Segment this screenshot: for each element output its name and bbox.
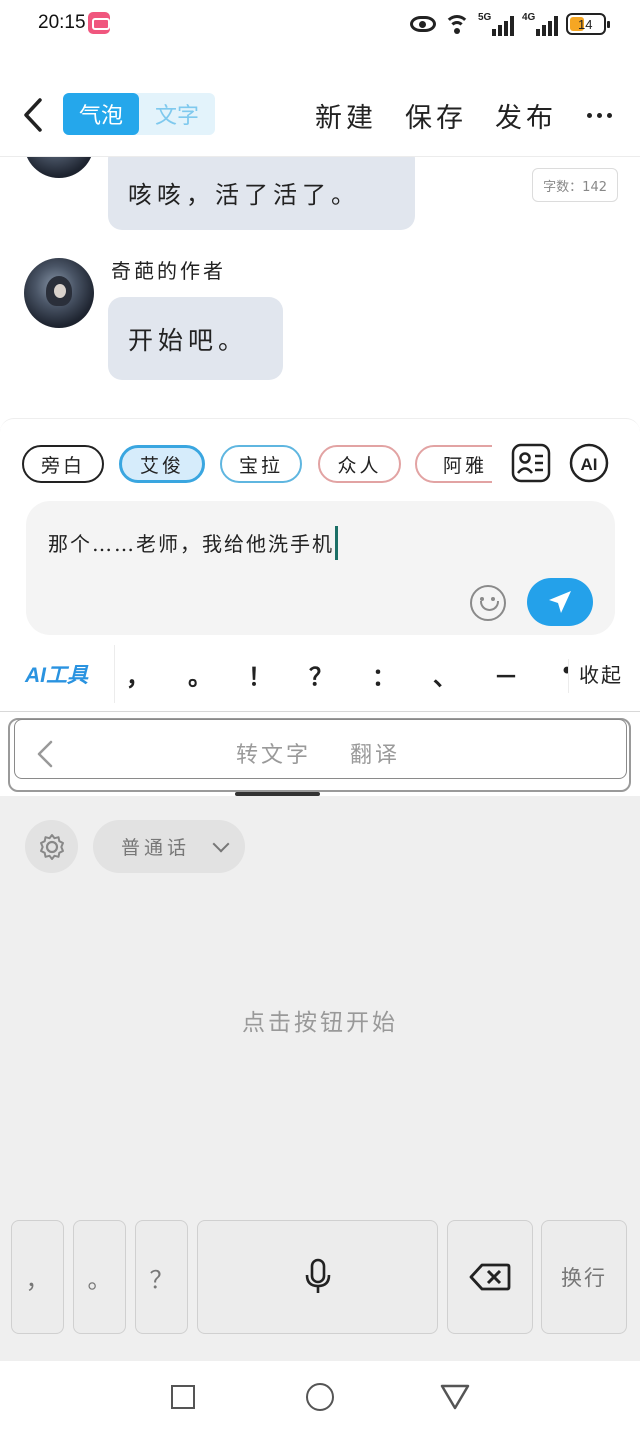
ai-tools-button[interactable]: AI工具	[25, 659, 88, 689]
composer-panel: 旁白 艾俊 宝拉 众人 阿雅 AI 那个……老师，我给他洗手机 AI工具 ， 。…	[0, 418, 640, 711]
mode-text-tab[interactable]: 文字	[139, 93, 215, 135]
chat-area: 咳咳，活了活了。 字数：142 奇葩的作者 开始吧。	[0, 157, 640, 415]
tool-row: AI工具 ， 。 ！ ？ ： 、 － • 收起	[0, 645, 640, 703]
chevron-down-icon	[212, 835, 230, 853]
gear-icon	[39, 833, 64, 860]
battery-level: 14	[578, 16, 593, 32]
role-chip[interactable]: 旁白	[22, 445, 104, 483]
back-icon[interactable]	[22, 98, 44, 132]
punct-key[interactable]: －	[491, 657, 521, 692]
message-bubble[interactable]: 咳咳，活了活了。	[108, 157, 415, 230]
punct-key[interactable]: 。	[185, 657, 215, 692]
settings-button[interactable]	[25, 820, 78, 873]
signal-4g-icon: 4G	[522, 12, 558, 36]
punctuation-strip: ， 。 ！ ？ ： 、 － •	[115, 645, 568, 703]
send-button[interactable]	[527, 578, 593, 626]
sender-name: 奇葩的作者	[111, 259, 226, 283]
role-card-icon[interactable]	[511, 443, 551, 483]
punct-key[interactable]: ：	[369, 657, 399, 692]
signal-5g-icon: 5G	[478, 12, 514, 36]
word-count-text: 字数：142	[543, 179, 607, 195]
publish-button[interactable]: 发布	[495, 96, 557, 135]
ai-badge-text: AI	[581, 455, 598, 474]
tab-indicator	[235, 792, 320, 796]
message-text: 咳咳，活了活了。	[128, 181, 360, 209]
translate-tab[interactable]: 翻译	[350, 737, 400, 769]
message-input[interactable]: 那个……老师，我给他洗手机	[26, 501, 615, 635]
word-count-badge: 字数：142	[532, 168, 618, 202]
header-frame-inner	[14, 719, 627, 779]
new-button[interactable]: 新建	[315, 96, 377, 135]
ai-assistant-icon[interactable]: AI	[569, 443, 609, 483]
voice-keyboard: 转文字 翻译 普通话 点击按钮开始 ， 。 ？ 换行	[0, 711, 640, 1361]
punct-key[interactable]: 、	[430, 657, 460, 692]
wifi-icon	[444, 13, 470, 35]
top-bar: 气泡 文字 新建 保存 发布	[0, 80, 640, 152]
avatar[interactable]	[24, 258, 94, 328]
role-chips: 旁白 艾俊 宝拉 众人 阿雅	[22, 445, 492, 483]
status-bar: 20:15 5G 4G 14	[0, 0, 640, 50]
eye-icon	[410, 16, 436, 32]
more-icon[interactable]	[587, 113, 612, 118]
emoji-icon[interactable]	[470, 585, 506, 621]
backspace-icon	[469, 1263, 511, 1291]
keyboard-header: 转文字 翻译	[0, 711, 640, 796]
recents-icon[interactable]	[171, 1385, 195, 1409]
collapse-button[interactable]: 收起	[568, 659, 623, 693]
start-hint: 点击按钮开始	[242, 1010, 398, 1036]
newline-key[interactable]: 换行	[541, 1220, 627, 1334]
punct-key[interactable]: ？	[306, 657, 336, 692]
comma-key[interactable]: ，	[11, 1220, 64, 1334]
language-select[interactable]: 普通话	[93, 820, 245, 873]
avatar[interactable]	[24, 157, 94, 178]
home-icon[interactable]	[306, 1383, 334, 1411]
message-bubble[interactable]: 开始吧。	[108, 297, 283, 380]
microphone-icon	[305, 1258, 330, 1293]
role-chip[interactable]: 宝拉	[220, 445, 302, 483]
save-button[interactable]: 保存	[405, 96, 467, 135]
backspace-button[interactable]	[447, 1220, 533, 1334]
convert-to-text-tab[interactable]: 转文字	[236, 737, 311, 769]
role-chip[interactable]: 众人	[318, 445, 401, 483]
microphone-button[interactable]	[197, 1220, 438, 1334]
send-icon	[549, 591, 571, 613]
mode-bubble-tab[interactable]: 气泡	[63, 93, 139, 135]
status-icons: 5G 4G 14	[410, 10, 610, 38]
role-chip[interactable]: 阿雅	[415, 445, 492, 483]
punct-key[interactable]: •	[552, 657, 568, 685]
punct-key[interactable]: ！	[245, 657, 275, 692]
language-label: 普通话	[121, 837, 191, 859]
role-chip-selected[interactable]: 艾俊	[119, 445, 205, 483]
status-time: 20:15	[38, 12, 86, 33]
period-key[interactable]: 。	[73, 1220, 126, 1334]
text-caret	[335, 525, 338, 560]
mode-toggle: 气泡 文字	[63, 93, 215, 135]
battery-icon: 14	[566, 13, 610, 35]
question-key[interactable]: ？	[135, 1220, 188, 1334]
back-nav-icon[interactable]	[440, 1383, 470, 1411]
punct-key[interactable]: ，	[123, 657, 153, 692]
message-input-text[interactable]: 那个……老师，我给他洗手机	[48, 525, 338, 560]
system-nav-bar	[0, 1361, 640, 1433]
top-actions: 新建 保存 发布	[315, 96, 612, 135]
message-text: 开始吧。	[128, 325, 249, 355]
app-badge-icon	[88, 12, 110, 34]
chevron-left-icon[interactable]	[36, 740, 54, 768]
